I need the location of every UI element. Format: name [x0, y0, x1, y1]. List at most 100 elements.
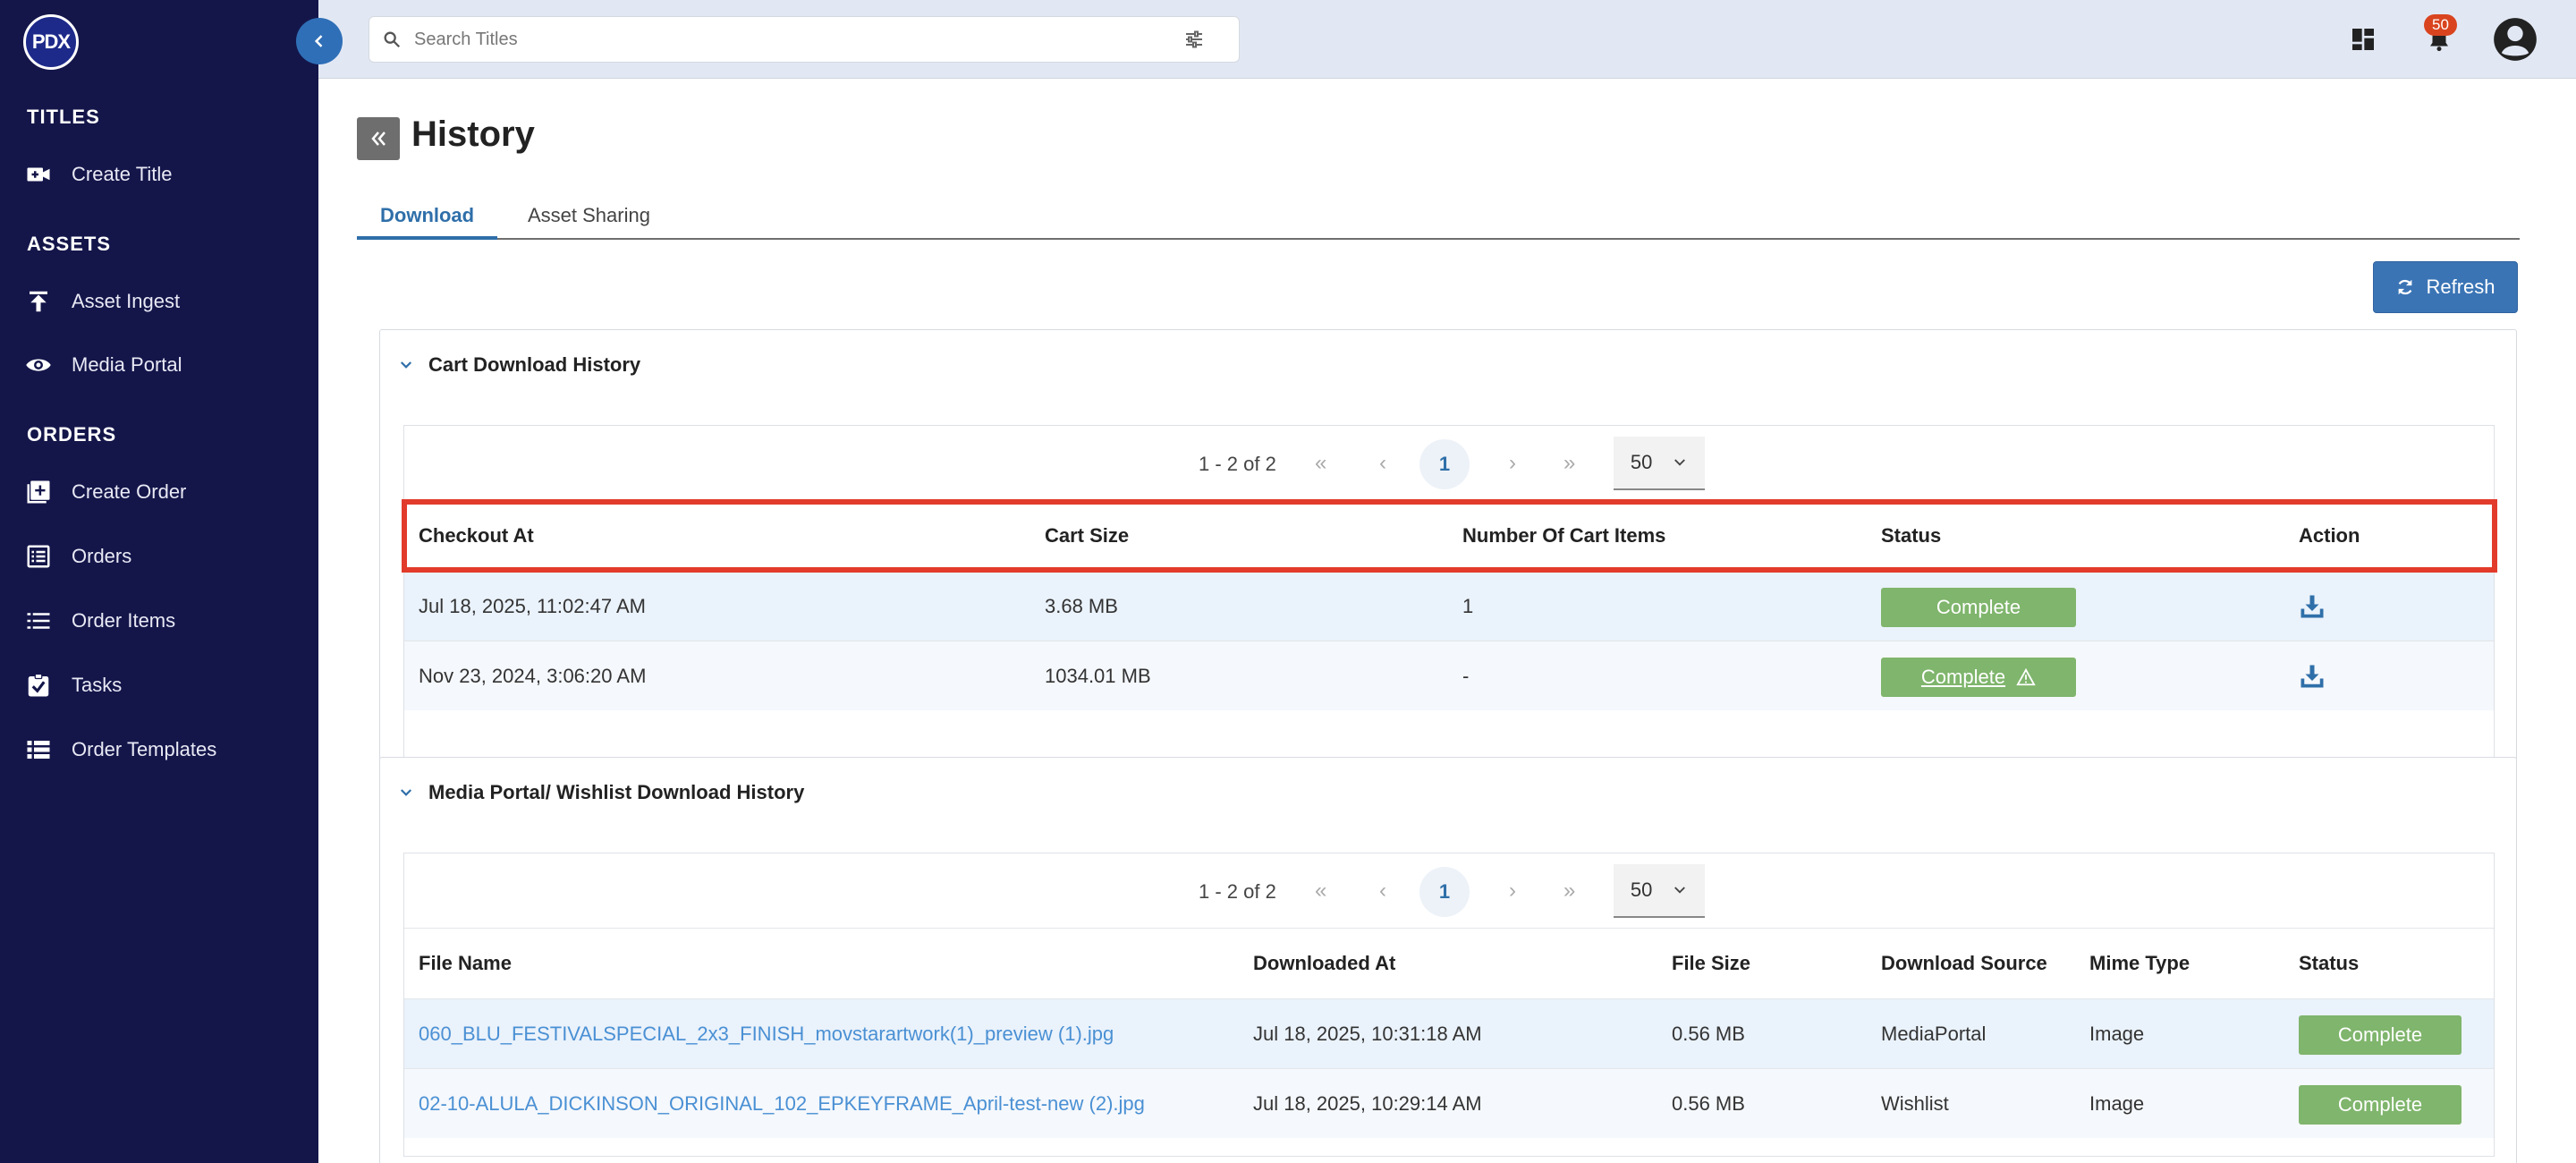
sidebar: PDX TITLES Create Title ASSETS Asset Ing… — [0, 0, 318, 1163]
status-label: Complete — [2337, 1023, 2423, 1046]
status-label: Complete — [1936, 596, 2021, 618]
tab-download[interactable]: Download — [356, 204, 498, 240]
column-header-checkout-at[interactable]: Checkout At — [419, 524, 534, 548]
pager-count: 1 - 2 of 2 — [1199, 880, 1276, 903]
sidebar-item-create-title[interactable]: Create Title — [25, 161, 173, 188]
refresh-button[interactable]: Refresh — [2373, 261, 2518, 313]
cart-history-header[interactable]: Cart Download History — [398, 353, 640, 377]
checkbox-icon — [28, 673, 49, 697]
sidebar-item-create-order[interactable]: Create Order — [25, 479, 186, 505]
back-button[interactable] — [357, 117, 400, 160]
status-label: Complete — [1920, 666, 2006, 688]
cart-history-title: Cart Download History — [428, 353, 641, 376]
search-box — [369, 16, 1240, 63]
sidebar-item-asset-ingest[interactable]: Asset Ingest — [25, 288, 180, 315]
table-row: Nov 23, 2024, 3:06:20 AM 1034.01 MB - Co… — [404, 641, 2494, 710]
warning-triangle-icon — [2016, 667, 2036, 686]
pager-last-button[interactable]: » — [1563, 879, 1575, 904]
status-badge: Complete — [1881, 588, 2076, 627]
nav-section-orders: ORDERS — [27, 423, 117, 446]
column-header-cart-size[interactable]: Cart Size — [1045, 524, 1129, 548]
download-icon[interactable] — [2299, 663, 2326, 690]
pager-last-button[interactable]: » — [1563, 451, 1575, 476]
app-logo[interactable]: PDX — [23, 14, 79, 70]
column-header-mime-type[interactable]: Mime Type — [2089, 952, 2190, 975]
sidebar-item-orders[interactable]: Orders — [25, 543, 131, 570]
top-bar — [318, 0, 2576, 79]
media-pager: 1 - 2 of 2 « ‹ 1 › » 50 — [404, 853, 2494, 929]
filter-sliders-icon[interactable] — [1183, 29, 1205, 50]
page-size-value: 50 — [1630, 879, 1653, 901]
sidebar-item-label: Create Title — [72, 163, 173, 185]
page-size-select[interactable]: 50 — [1614, 437, 1705, 490]
cart-pager: 1 - 2 of 2 « ‹ 1 › » 50 — [404, 426, 2494, 501]
media-history-title: Media Portal/ Wishlist Download History — [428, 781, 805, 803]
status-badge-warning[interactable]: Complete — [1881, 658, 2076, 697]
dashboard-icon[interactable] — [2343, 20, 2383, 59]
column-header-file-size[interactable]: File Size — [1672, 952, 1750, 975]
pager-current-page[interactable]: 1 — [1419, 867, 1470, 917]
pager-prev-button[interactable]: ‹ — [1379, 879, 1386, 904]
cart-history-grid: 1 - 2 of 2 « ‹ 1 › » 50 Checkout At Cart… — [403, 425, 2495, 779]
column-header-status[interactable]: Status — [2299, 952, 2359, 975]
column-header-action[interactable]: Action — [2299, 524, 2360, 548]
download-icon[interactable] — [2299, 593, 2326, 620]
sidebar-item-order-templates[interactable]: Order Templates — [25, 736, 216, 763]
list-icon — [27, 613, 50, 629]
chevron-left-icon — [314, 35, 323, 47]
double-chevron-left-icon — [371, 132, 386, 146]
pager-prev-button[interactable]: ‹ — [1379, 451, 1386, 476]
nav-section-assets: ASSETS — [27, 233, 112, 255]
eye-icon — [26, 359, 51, 371]
mime-type-cell: Image — [2089, 1023, 2145, 1045]
column-header-status[interactable]: Status — [1881, 524, 1941, 548]
column-header-cart-items[interactable]: Number Of Cart Items — [1462, 524, 1665, 548]
user-avatar-icon[interactable] — [2492, 16, 2538, 63]
status-label: Complete — [2337, 1093, 2423, 1116]
cart-items-cell: 1 — [1462, 595, 1474, 617]
tab-asset-sharing[interactable]: Asset Sharing — [528, 204, 650, 227]
pager-current-page[interactable]: 1 — [1419, 439, 1470, 489]
table-row: 02-10-ALULA_DICKINSON_ORIGINAL_102_EPKEY… — [404, 1068, 2494, 1138]
chevron-down-icon — [1674, 459, 1686, 466]
sidebar-item-label: Tasks — [72, 674, 123, 696]
pager-next-button[interactable]: › — [1509, 451, 1516, 476]
search-icon — [384, 31, 401, 48]
pager-first-button[interactable]: « — [1315, 451, 1326, 476]
media-history-header[interactable]: Media Portal/ Wishlist Download History — [398, 781, 804, 804]
mime-type-cell: Image — [2089, 1092, 2145, 1115]
sidebar-item-media-portal[interactable]: Media Portal — [25, 352, 182, 378]
file-name-link[interactable]: 02-10-ALULA_DICKINSON_ORIGINAL_102_EPKEY… — [419, 1092, 1145, 1116]
status-badge: Complete — [2299, 1085, 2462, 1125]
pager-next-button[interactable]: › — [1509, 879, 1516, 904]
table-icon — [27, 741, 50, 759]
column-header-file-name[interactable]: File Name — [419, 952, 512, 975]
sidebar-item-order-items[interactable]: Order Items — [25, 607, 175, 634]
search-input[interactable] — [414, 29, 1183, 50]
table-header-row: Checkout At Cart Size Number Of Cart Ite… — [404, 503, 2494, 571]
chevron-down-icon — [1674, 887, 1686, 894]
column-header-download-source[interactable]: Download Source — [1881, 952, 2047, 975]
file-size-cell: 0.56 MB — [1672, 1023, 1745, 1045]
file-name-link[interactable]: 060_BLU_FESTIVALSPECIAL_2x3_FINISH_movst… — [419, 1023, 1114, 1046]
cart-download-history-panel: Cart Download History 1 - 2 of 2 « ‹ 1 ›… — [379, 329, 2517, 811]
upload-icon — [30, 291, 47, 312]
pager-first-button[interactable]: « — [1315, 879, 1326, 904]
media-history-grid: 1 - 2 of 2 « ‹ 1 › » 50 File Name Downlo… — [403, 853, 2495, 1157]
cart-items-cell: - — [1462, 665, 1470, 687]
sidebar-collapse-button[interactable] — [296, 18, 343, 64]
sidebar-item-label: Orders — [72, 545, 132, 567]
chevron-down-icon — [400, 361, 412, 369]
column-header-downloaded-at[interactable]: Downloaded At — [1253, 952, 1395, 975]
sidebar-item-label: Order Templates — [72, 738, 217, 760]
sidebar-item-label: Media Portal — [72, 353, 182, 376]
sidebar-item-tasks[interactable]: Tasks — [25, 672, 122, 699]
checkout-at-cell: Jul 18, 2025, 11:02:47 AM — [419, 595, 646, 617]
page-size-value: 50 — [1630, 451, 1653, 473]
page-size-select[interactable]: 50 — [1614, 864, 1705, 918]
notification-count-badge: 50 — [2424, 14, 2457, 36]
downloaded-at-cell: Jul 18, 2025, 10:31:18 AM — [1253, 1023, 1482, 1045]
sidebar-item-label: Create Order — [72, 480, 187, 503]
table-row: Jul 18, 2025, 11:02:47 AM 3.68 MB 1 Comp… — [404, 571, 2494, 641]
plus-square-icon — [27, 480, 50, 504]
